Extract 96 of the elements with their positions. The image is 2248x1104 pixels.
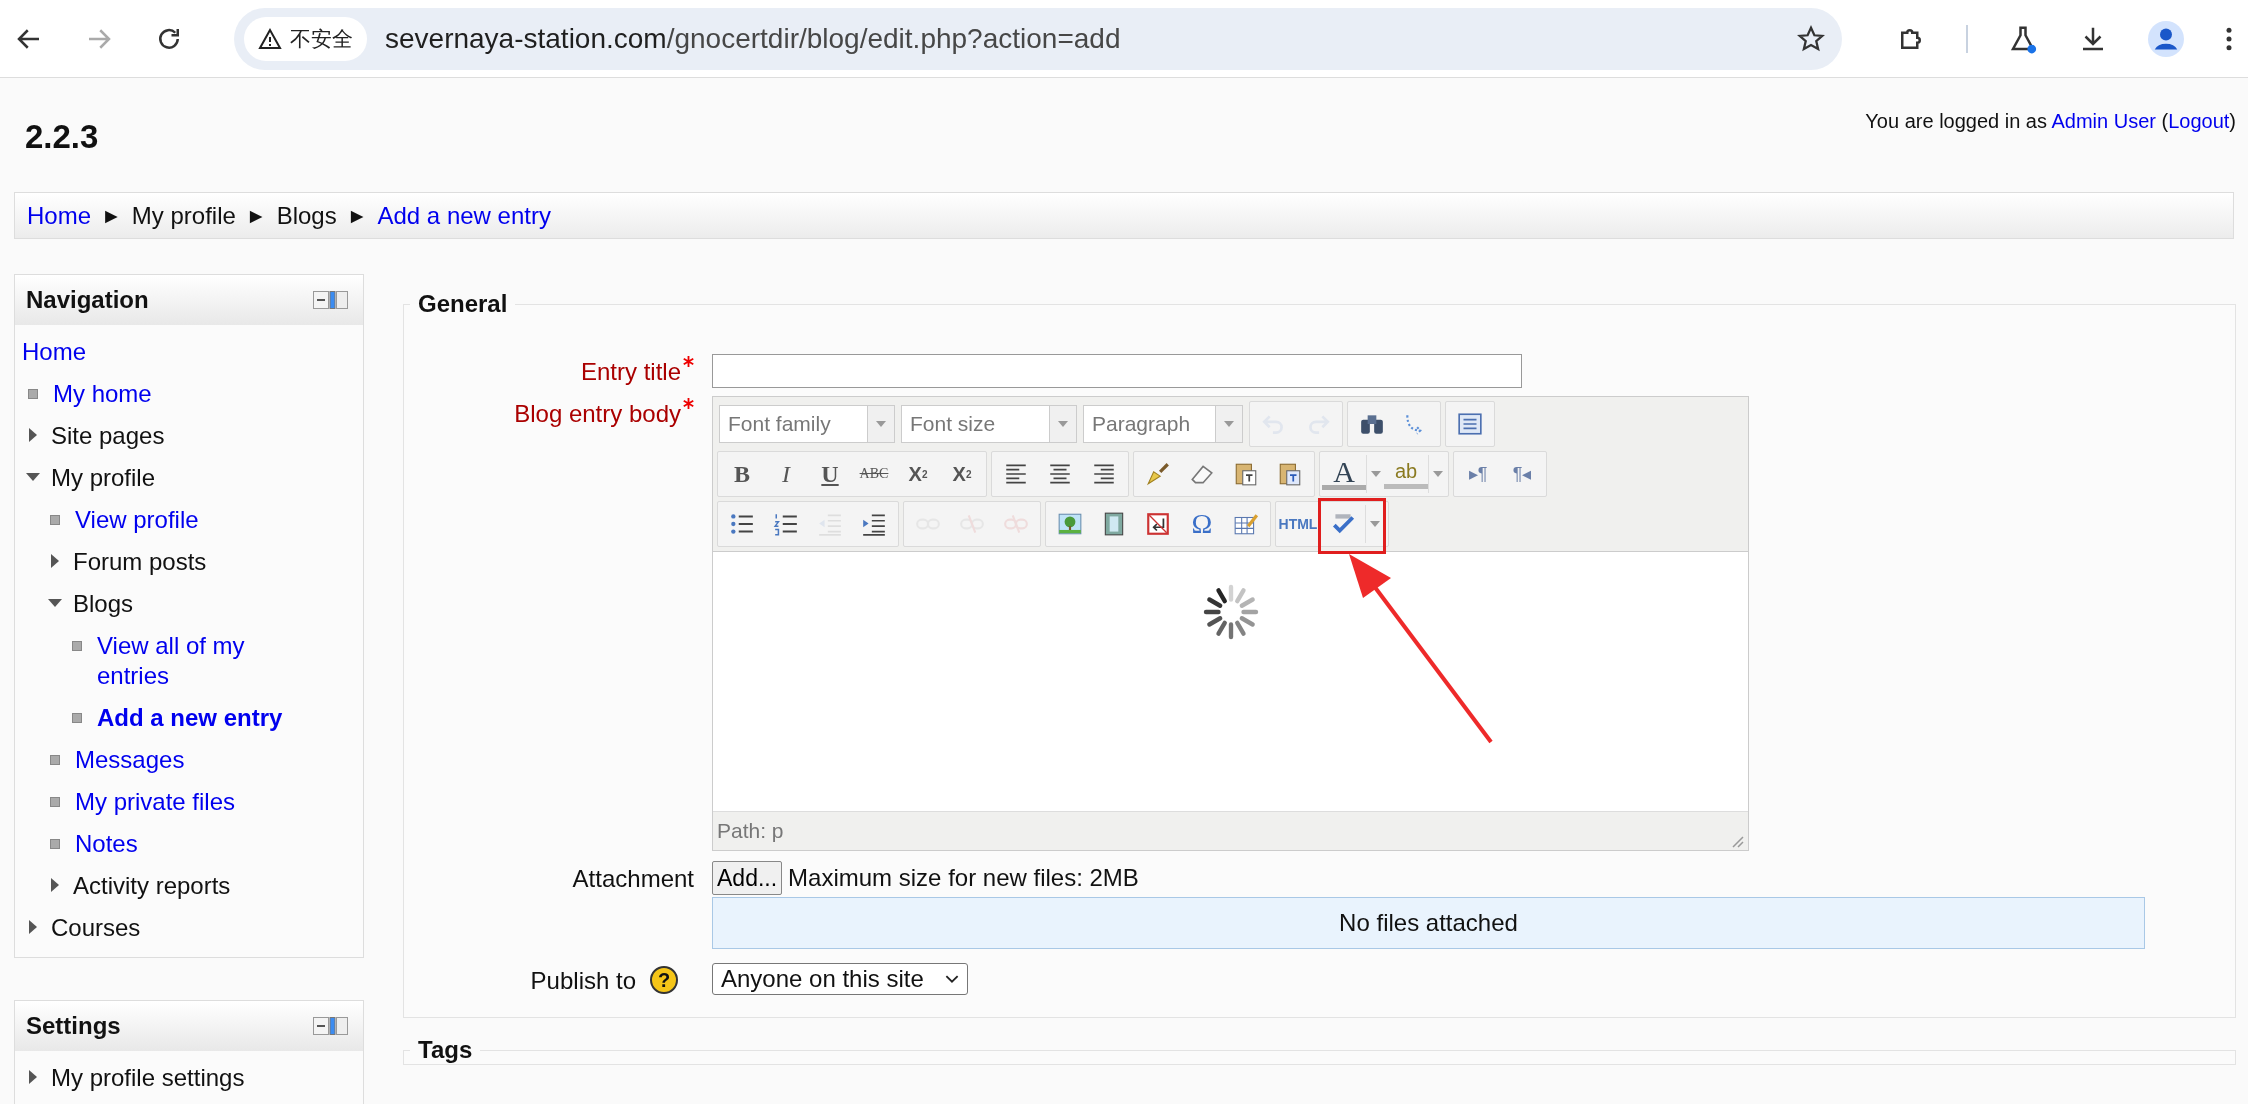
nav-item[interactable]: Messages: [75, 745, 317, 775]
toolbar-button[interactable]: U: [808, 455, 852, 493]
format-dropdown[interactable]: Paragraph: [1083, 405, 1243, 443]
security-chip[interactable]: 不安全: [244, 16, 367, 61]
help-button[interactable]: ?: [650, 966, 678, 994]
toolbar-button[interactable]: A: [1322, 458, 1366, 490]
section-legend: General: [410, 290, 516, 318]
toolbar-button[interactable]: I: [764, 455, 808, 493]
bullet-icon: [72, 713, 82, 723]
warning-icon: [258, 26, 282, 51]
caret-icon: [1369, 521, 1380, 527]
add-file-button[interactable]: Add...: [712, 861, 783, 895]
breadcrumb-item: My profile: [131, 201, 236, 230]
bullet-icon: [50, 839, 60, 849]
nav-item[interactable]: Courses: [51, 913, 317, 943]
site-title: 2.2.3: [25, 118, 99, 156]
nav-item[interactable]: Activity reports: [73, 871, 317, 901]
dropdown-arrow-button[interactable]: [1365, 505, 1383, 543]
nav-item[interactable]: My profile settings: [51, 1063, 317, 1093]
caret-icon: [1058, 421, 1068, 427]
nav-item[interactable]: Forum posts: [73, 547, 317, 577]
nav-item[interactable]: Site pages: [51, 421, 317, 451]
security-label: 不安全: [290, 25, 353, 52]
element-path: Path: p: [717, 819, 784, 843]
toolbar-button[interactable]: ABC: [852, 455, 896, 493]
collapse-dock-icon[interactable]: [313, 1017, 349, 1035]
indent-icon: [861, 511, 887, 537]
block-title: Navigation: [26, 286, 149, 314]
star-icon[interactable]: [1796, 23, 1826, 54]
caret-icon: [1370, 471, 1381, 477]
profile-avatar-icon[interactable]: [2148, 20, 2184, 57]
brush-icon: [1145, 461, 1171, 487]
bullet-list-icon: [729, 511, 755, 537]
align-center-icon: [1047, 461, 1073, 487]
logout-link[interactable]: Logout: [2168, 110, 2230, 132]
field-label: Attachment: [572, 864, 694, 893]
toolbar-button[interactable]: ¶◂: [1500, 455, 1544, 493]
caret-icon: [1432, 471, 1443, 477]
bullet-icon: [50, 797, 60, 807]
bullet-icon: [50, 755, 60, 765]
tree-picture-icon: [1057, 511, 1083, 537]
entry-title-field[interactable]: [712, 354, 1522, 388]
breadcrumb-item: Blogs: [276, 201, 337, 230]
toolbar-button[interactable]: HTML: [1278, 505, 1318, 543]
block-title: Settings: [26, 1012, 121, 1040]
collapse-dock-icon[interactable]: [313, 291, 349, 309]
format-dropdown[interactable]: Font size: [901, 405, 1077, 443]
nav-item[interactable]: View all of my entries: [97, 631, 317, 691]
bullet-icon: [50, 515, 60, 525]
caret-icon: [876, 421, 886, 427]
file-size-limit: Maximum size for new files: 2MB: [788, 864, 1139, 892]
publish-dropdown[interactable]: Anyone on this site: [712, 963, 968, 995]
nav-item[interactable]: Home: [22, 337, 317, 367]
toolbar-button[interactable]: ▸¶: [1456, 455, 1500, 493]
toolbar-button[interactable]: X$^{2}$: [940, 455, 984, 493]
caret-icon: [1224, 421, 1234, 427]
bullet-icon: [28, 389, 38, 399]
bullet-icon: [72, 641, 82, 651]
toolbar-button[interactable]: Ω: [1180, 505, 1224, 543]
breadcrumb-separator: ►: [101, 203, 122, 228]
numbered-list-icon: [773, 511, 799, 537]
nav-item[interactable]: My private files: [75, 787, 317, 817]
align-left-icon: [1003, 461, 1029, 487]
align-right-icon: [1091, 461, 1117, 487]
format-dropdown[interactable]: Font family: [719, 405, 895, 443]
nav-item[interactable]: My profile: [51, 463, 317, 493]
dropdown-arrow-button[interactable]: [1366, 455, 1384, 493]
nav-item[interactable]: Notes: [75, 829, 317, 859]
chevron-down-icon: [945, 974, 959, 984]
address-bar[interactable]: 不安全 severnaya-station.com/gnocertdir/blog/edit.php?action=add: [234, 7, 1842, 70]
breadcrumb-link[interactable]: Add a new entry: [377, 201, 551, 230]
no-files-text: No files attached: [1339, 909, 1518, 937]
url-text: severnaya-station.com/gnocertdir/blog/edit.php?action=add: [385, 22, 1122, 55]
breadcrumb-separator: ►: [245, 203, 267, 228]
nav-item[interactable]: Blogs: [73, 589, 317, 619]
table-pencil-icon: [1233, 511, 1259, 537]
resize-grip-icon[interactable]: [1730, 834, 1744, 848]
framed-arrow-icon: [1145, 511, 1171, 537]
clipboard-icon: [1277, 461, 1303, 487]
breadcrumb-separator: ►: [346, 203, 368, 228]
field-label: Publish to: [530, 966, 636, 995]
nav-item[interactable]: View profile: [75, 505, 317, 535]
file-drop-area[interactable]: No files attached: [712, 897, 2145, 949]
user-link[interactable]: Admin User: [2051, 110, 2156, 132]
window-icon: [1457, 411, 1483, 437]
toolbar-button[interactable]: B: [720, 455, 764, 493]
field-label: Entry title: [580, 357, 681, 386]
field-label: Blog entry body: [514, 399, 681, 428]
breadcrumb-link[interactable]: Home: [27, 201, 92, 230]
dropdown-arrow-button[interactable]: [1428, 455, 1446, 493]
login-info: You are logged in as Admin User (Logout): [1865, 110, 2236, 133]
clipboard-icon: [1233, 461, 1259, 487]
toolbar-button[interactable]: ab: [1384, 459, 1428, 489]
nav-item[interactable]: Add a new entry: [97, 703, 317, 733]
section-legend: Tags: [410, 1036, 481, 1064]
nav-item[interactable]: My home: [53, 379, 317, 409]
